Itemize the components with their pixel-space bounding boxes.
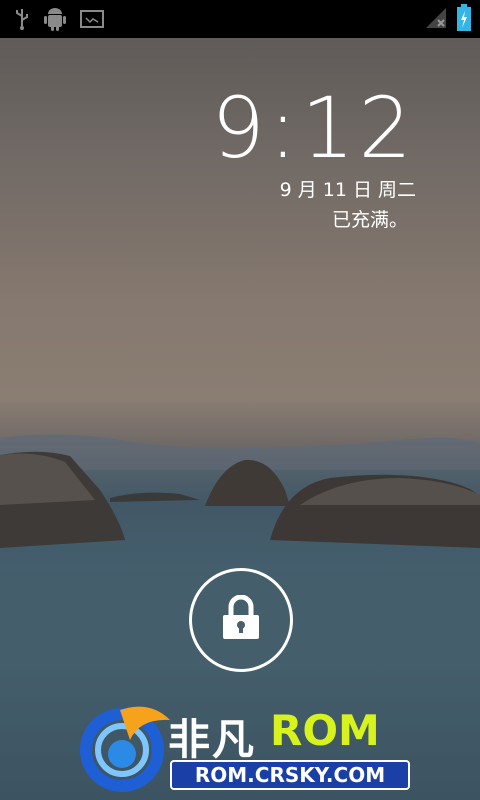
watermark-brand-cn: 非凡 — [168, 715, 257, 764]
watermark-emblem — [80, 706, 170, 792]
screenshot-icon — [80, 10, 104, 32]
clock-minutes: 12 — [301, 79, 416, 177]
watermark-logo: 非凡 ROM ROM.CRSKY.COM — [80, 700, 410, 795]
usb-icon — [14, 8, 30, 34]
status-bar — [0, 0, 480, 38]
watermark-brand-en: ROM — [270, 706, 380, 755]
lockscreen-clock: 9:12 — [211, 86, 416, 170]
clock-hour: 9 — [211, 79, 269, 177]
clock-separator: : — [268, 79, 302, 177]
padlock-icon — [221, 594, 261, 645]
unlock-handle[interactable] — [189, 568, 293, 672]
lockscreen-date: 9 月 11 日 周二 — [279, 179, 416, 201]
charging-status: 已充满。 — [331, 209, 408, 231]
watermark-url: ROM.CRSKY.COM — [170, 760, 410, 790]
lockscreen: 9:12 9 月 11 日 周二 已充满。 非凡 ROM ROM.CRSKY.C… — [0, 0, 480, 800]
signal-no-service-icon — [424, 6, 448, 34]
android-debug-icon — [44, 7, 66, 35]
battery-charging-icon — [456, 4, 472, 36]
